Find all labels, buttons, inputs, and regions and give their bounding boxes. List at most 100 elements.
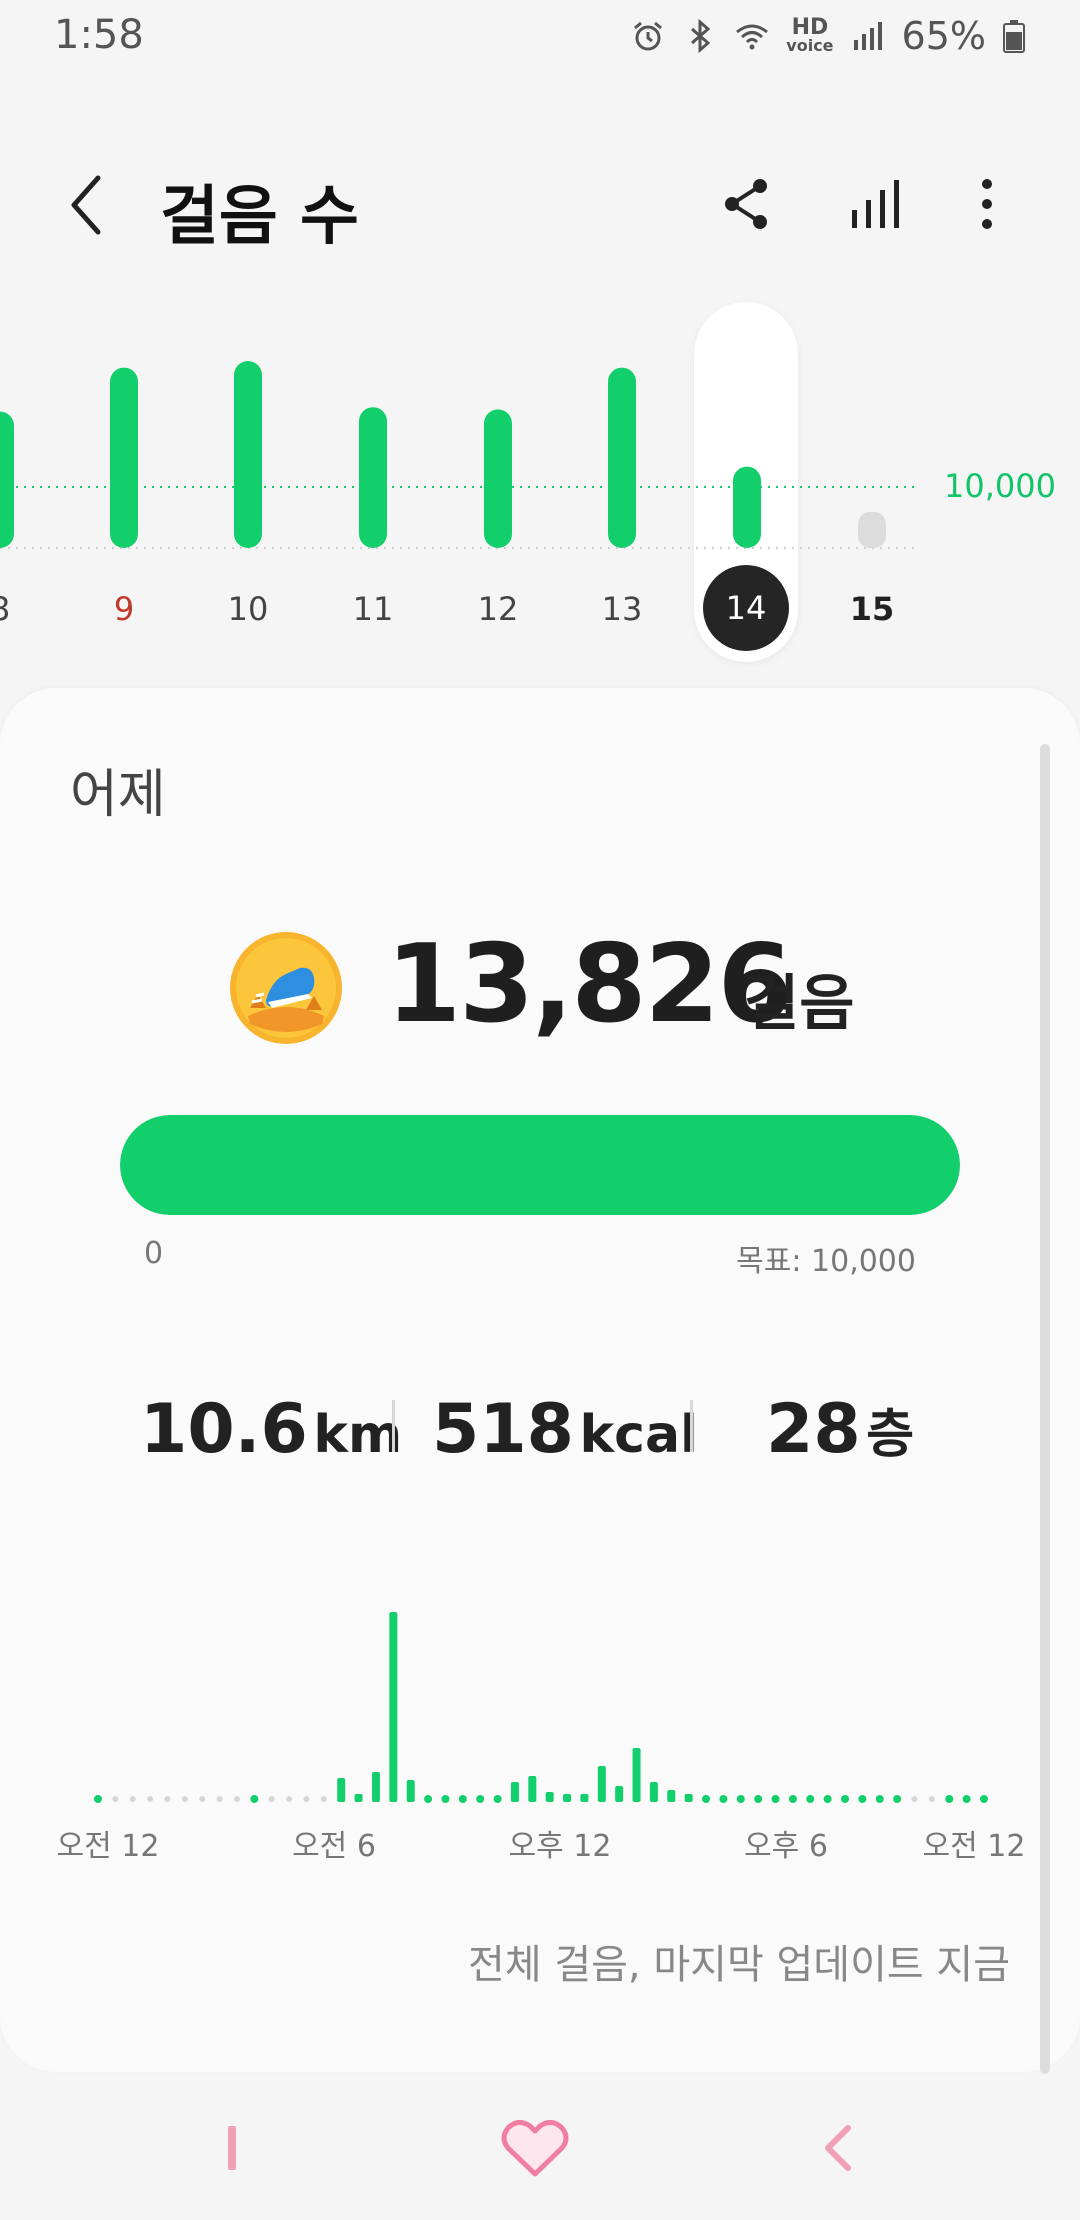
hour-point [823, 1795, 832, 1803]
hour-point [320, 1796, 327, 1802]
hour-point [841, 1795, 850, 1803]
bluetooth-icon [691, 18, 711, 54]
hour-point [181, 1796, 188, 1802]
recents-button[interactable] [228, 2126, 236, 2170]
steps-value: 13,826 [386, 922, 793, 1047]
steps-unit: 걸음 [744, 969, 855, 1039]
hour-point [771, 1795, 780, 1803]
hour-point [719, 1795, 728, 1803]
day-bar-15[interactable] [858, 512, 886, 548]
day-bar-9[interactable] [110, 367, 138, 548]
hour-point [458, 1795, 467, 1803]
progress-min-label: 0 [144, 1236, 164, 1271]
more-icon[interactable] [972, 176, 1002, 232]
hour-point [702, 1795, 711, 1803]
day-bar-14[interactable] [733, 466, 761, 548]
day-label[interactable]: 13 [582, 590, 662, 628]
hour-point [911, 1796, 918, 1802]
day-bar-10[interactable] [234, 361, 262, 548]
scrollbar[interactable] [1040, 744, 1050, 2074]
calories-unit: kcal [579, 1405, 698, 1465]
steps-progress-fill [120, 1115, 960, 1215]
hour-point [250, 1795, 259, 1803]
bar-chart-icon[interactable] [848, 176, 904, 232]
hour-point [493, 1795, 502, 1803]
hour-bar [649, 1782, 658, 1802]
hour-point [129, 1796, 136, 1802]
day-label[interactable]: 10 [208, 590, 288, 628]
day-title: 어제 [70, 765, 166, 825]
hour-bar [528, 1776, 537, 1802]
day-label[interactable]: 8 [0, 590, 40, 628]
floors-value: 28 [766, 1390, 861, 1469]
day-label[interactable]: 11 [333, 590, 413, 628]
hour-point [147, 1796, 154, 1802]
status-icons: HD voice 65% [630, 14, 1026, 58]
hour-bar [632, 1748, 641, 1802]
calories-value: 518 [432, 1390, 574, 1469]
hour-bar [615, 1786, 624, 1802]
goal-line-label: 10,000 [944, 467, 1056, 505]
back-icon[interactable] [62, 170, 112, 240]
nav-back-icon[interactable] [820, 2122, 856, 2174]
hour-point [962, 1795, 971, 1803]
hour-point [928, 1796, 935, 1802]
day-bar-13[interactable] [608, 367, 636, 548]
hour-point [233, 1796, 240, 1802]
hour-bar [406, 1780, 415, 1802]
share-icon[interactable] [720, 176, 772, 232]
signal-icon [853, 22, 882, 50]
hour-axis-label: 오전 12 [923, 1829, 1026, 1864]
hour-point [476, 1795, 485, 1803]
hour-axis-label: 오후 12 [509, 1829, 612, 1864]
alarm-icon [634, 21, 663, 51]
hour-point [112, 1796, 119, 1802]
hour-bar [684, 1794, 693, 1802]
hour-point [424, 1795, 433, 1803]
hour-point [216, 1796, 223, 1802]
selected-day[interactable]: 14 [703, 565, 789, 651]
goal-badge-icon [230, 932, 342, 1044]
hour-bar [580, 1794, 589, 1802]
hour-point [893, 1795, 902, 1803]
hour-axis-label: 오전 6 [292, 1829, 376, 1864]
day-bar-12[interactable] [484, 409, 512, 548]
distance-unit: km [313, 1405, 403, 1465]
hour-point [164, 1796, 171, 1802]
hour-bar [354, 1794, 363, 1802]
hour-bar [371, 1772, 380, 1802]
day-label[interactable]: 15 [832, 590, 912, 628]
hour-point [736, 1795, 745, 1803]
hour-axis-label: 오전 12 [57, 1829, 160, 1864]
day-bar-11[interactable] [359, 407, 387, 548]
day-label[interactable]: 9 [84, 590, 164, 628]
hourly-steps-chart: 오전 12 오전 6 오후 12 오후 6 오전 12 [57, 1612, 1026, 1864]
stat-divider [392, 1400, 395, 1452]
hour-bar [597, 1766, 606, 1802]
day-label[interactable]: 12 [458, 590, 538, 628]
hour-point [754, 1795, 763, 1803]
hour-point [441, 1795, 450, 1803]
home-heart-icon[interactable] [500, 2118, 570, 2180]
calories-stat: 518 kcal [432, 1390, 698, 1469]
hour-bar [563, 1794, 572, 1802]
hour-point [303, 1796, 310, 1802]
hour-point [945, 1795, 954, 1803]
wifi-icon [736, 24, 769, 50]
hour-point [94, 1795, 102, 1803]
floors-stat: 28 층 [766, 1390, 914, 1469]
hour-point [980, 1795, 988, 1803]
hour-point [806, 1795, 815, 1803]
hour-bar [667, 1790, 676, 1802]
page-title: 걸음 수 [160, 180, 359, 254]
hour-bar [389, 1612, 398, 1802]
day-bar-8[interactable] [0, 411, 14, 548]
floors-unit: 층 [866, 1405, 915, 1465]
hour-axis-label: 오후 6 [744, 1829, 828, 1864]
distance-value: 10.6 [140, 1390, 308, 1469]
battery-icon [1003, 20, 1025, 53]
hour-point [268, 1796, 275, 1802]
hour-bar [337, 1778, 346, 1802]
hour-bar [510, 1782, 519, 1802]
status-time: 1:58 [54, 12, 144, 58]
